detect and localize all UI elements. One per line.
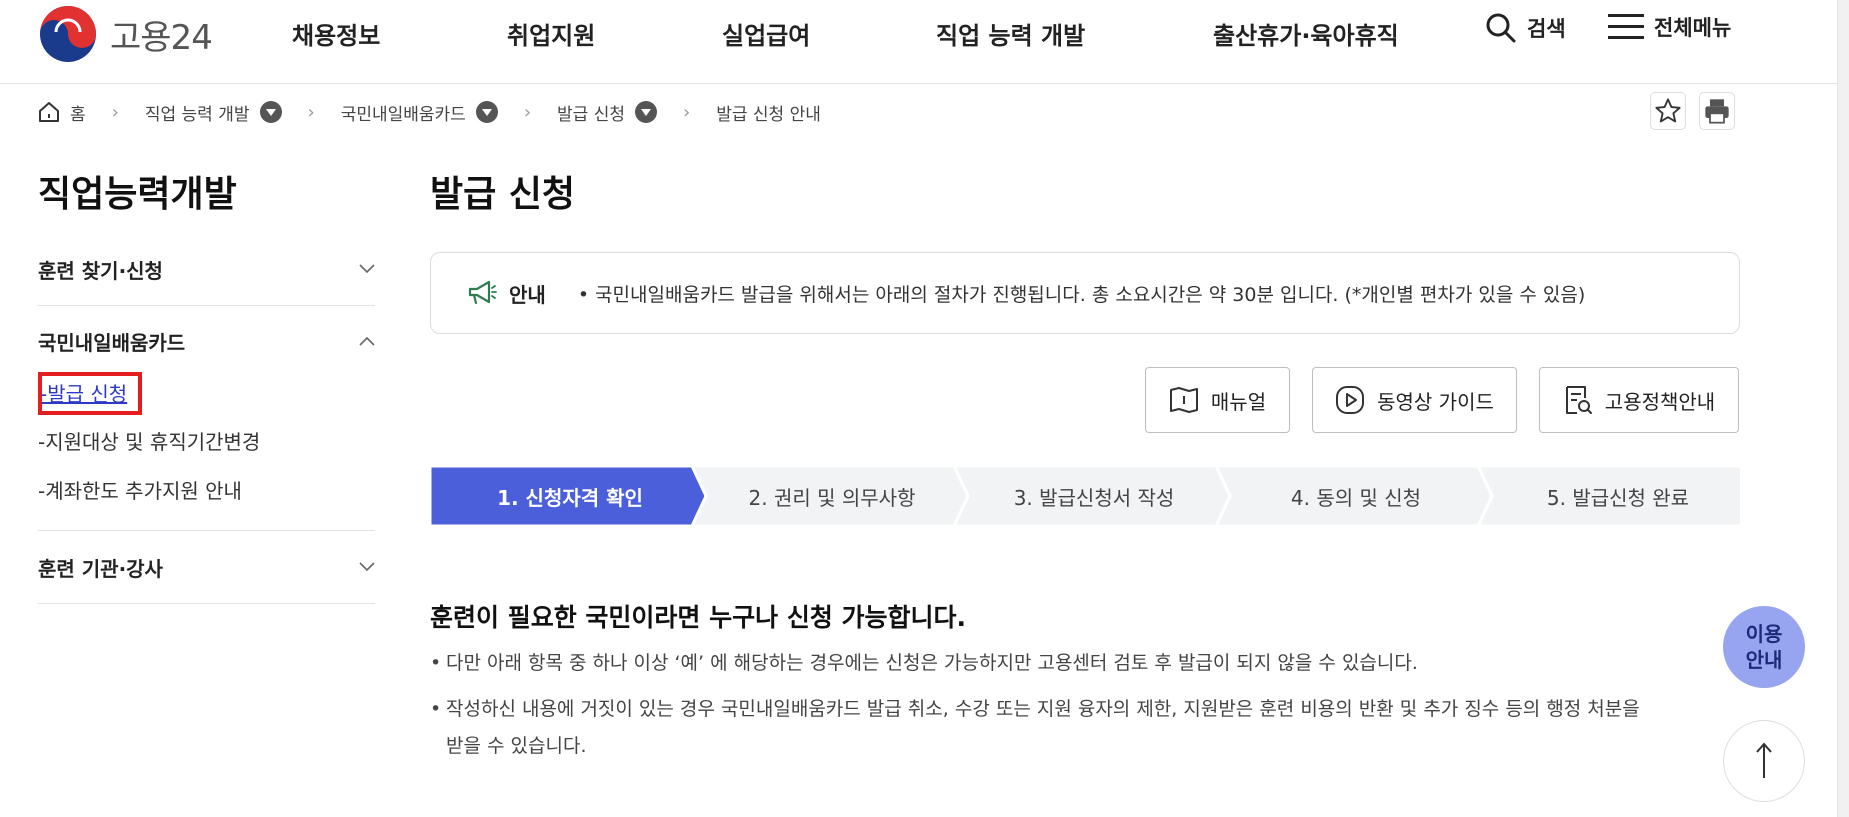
search-icon xyxy=(1486,13,1516,43)
usage-guide-label-1: 이용 xyxy=(1745,622,1783,646)
breadcrumb-item-apply[interactable]: 발급 신청 xyxy=(557,100,657,125)
step-1-current: 1. 신청자격 확인 xyxy=(497,485,643,510)
breadcrumb-label: 발급 신청 xyxy=(557,104,625,125)
chevron-up-icon xyxy=(359,336,375,346)
printer-icon xyxy=(1705,99,1729,124)
chevron-down-icon[interactable] xyxy=(475,101,498,123)
book-icon xyxy=(1169,387,1198,413)
breadcrumb: 홈 › 직업 능력 개발 › 국민내일배움카드 › 발급 신청 › 발급 신청 … xyxy=(38,98,821,126)
bullet-item-continuation: 받을 수 있습니다. xyxy=(446,735,587,757)
nav-item-unemployment-benefit[interactable]: 실업급여 xyxy=(722,16,810,51)
step-2: 2. 권리 및 의무사항 xyxy=(748,485,916,510)
step-5: 5. 발급신청 완료 xyxy=(1546,485,1690,510)
chevron-down-icon xyxy=(359,264,375,274)
home-icon xyxy=(39,102,59,122)
breadcrumb-home-label: 홈 xyxy=(70,104,86,125)
video-guide-button-label: 동영상 가이드 xyxy=(1377,389,1494,414)
logo-text: 고용24 xyxy=(110,17,213,58)
highlight-box xyxy=(38,372,142,415)
page-title: 발급 신청 xyxy=(430,174,576,215)
nav-item-jobs[interactable]: 채용정보 xyxy=(292,16,380,51)
print-button[interactable] xyxy=(1699,92,1735,130)
megaphone-icon xyxy=(468,280,497,305)
page-scrollbar[interactable] xyxy=(1837,0,1849,817)
hamburger-menu-icon xyxy=(1608,14,1644,39)
sidebar-sub-item-eligibility[interactable]: -지원대상 및 휴직기간변경 xyxy=(38,426,260,455)
nav-item-employment-support[interactable]: 취업지원 xyxy=(507,16,595,51)
favorite-button[interactable] xyxy=(1650,92,1686,130)
usage-guide-button[interactable]: 이용 안내 xyxy=(1723,606,1805,688)
chevron-down-icon[interactable] xyxy=(635,101,657,123)
employment-policy-button[interactable]: 고용정책안내 xyxy=(1539,367,1739,433)
manual-button-label: 매뉴얼 xyxy=(1210,389,1267,414)
search-button[interactable]: 검색 xyxy=(1485,12,1566,44)
all-menu-label: 전체메뉴 xyxy=(1654,16,1732,40)
star-icon xyxy=(1655,98,1681,123)
video-guide-button[interactable]: 동영상 가이드 xyxy=(1312,367,1517,433)
chevron-right-icon: › xyxy=(111,101,119,123)
breadcrumb-label: 직업 능력 개발 xyxy=(144,104,250,125)
manual-button[interactable]: 매뉴얼 xyxy=(1145,367,1290,433)
breadcrumb-item-learning-card[interactable]: 국민내일배움카드 xyxy=(341,100,498,125)
chevron-down-icon[interactable] xyxy=(259,101,282,123)
chevron-right-icon: › xyxy=(523,101,532,123)
sidebar-group-header[interactable]: 훈련 기관·강사 xyxy=(38,531,375,603)
sidebar-group-header[interactable]: 훈련 찾기·신청 xyxy=(38,233,375,305)
sidebar-group-label: 훈련 기관·강사 xyxy=(38,556,163,581)
employment-policy-button-label: 고용정책안내 xyxy=(1604,389,1716,414)
sidebar-group-label: 국민내일배움카드 xyxy=(38,330,186,355)
bullet-item: 작성하신 내용에 거짓이 있는 경우 국민내일배움카드 발급 취소, 수강 또는… xyxy=(430,691,1750,728)
notice-text: • 국민내일배움카드 발급을 위해서는 아래의 절차가 진행됩니다. 총 소요시… xyxy=(577,283,1586,306)
breadcrumb-label: 국민내일배움카드 xyxy=(340,104,466,125)
section-title: 훈련이 필요한 국민이라면 누구나 신청 가능합니다. xyxy=(430,603,967,632)
breadcrumb-item-current: 발급 신청 안내 xyxy=(716,104,821,125)
arrow-up-icon xyxy=(1756,742,1772,778)
all-menu-button[interactable]: 전체메뉴 xyxy=(1608,12,1731,42)
taegeuk-logo-icon xyxy=(40,6,96,62)
notice-label: 안내 xyxy=(509,282,546,307)
site-header: 고용24 채용정보 취업지원 실업급여 직업 능력 개발 출산휴가·육아휴직 검… xyxy=(0,0,1849,84)
chevron-down-icon xyxy=(359,562,375,572)
step-3: 3. 발급신청서 작성 xyxy=(1013,485,1175,510)
play-circle-icon xyxy=(1336,386,1365,414)
sidebar-group-training-institutions[interactable]: 훈련 기관·강사 xyxy=(38,531,375,604)
sidebar-sub-item-account-limit[interactable]: -계좌한도 추가지원 안내 xyxy=(38,475,242,504)
sidebar-title: 직업능력개발 xyxy=(38,174,237,215)
sidebar-group-header[interactable]: 국민내일배움카드 xyxy=(38,305,375,377)
notice-box: 안내 • 국민내일배움카드 발급을 위해서는 아래의 절차가 진행됩니다. 총 … xyxy=(430,252,1740,334)
breadcrumb-item-skills-development[interactable]: 직업 능력 개발 xyxy=(145,100,282,125)
nav-item-skills-development[interactable]: 직업 능력 개발 xyxy=(936,16,1085,51)
bullet-item: 다만 아래 항목 중 하나 이상 ‘예’ 에 해당하는 경우에는 신청은 가능하… xyxy=(430,645,1740,682)
search-label: 검색 xyxy=(1527,17,1566,41)
document-search-icon xyxy=(1565,386,1592,414)
usage-guide-label-2: 안내 xyxy=(1745,648,1783,672)
progress-steps: 1. 신청자격 확인 2. 권리 및 의무사항 3. 발급신청서 작성 4. 동… xyxy=(430,466,1740,526)
sidebar-group-training-search[interactable]: 훈련 찾기·신청 xyxy=(38,233,375,306)
site-logo[interactable]: 고용24 xyxy=(38,4,213,64)
nav-item-parental-leave[interactable]: 출산휴가·육아휴직 xyxy=(1213,16,1399,51)
breadcrumb-home[interactable]: 홈 xyxy=(38,100,86,125)
chevron-right-icon: › xyxy=(683,101,691,123)
scroll-top-button[interactable] xyxy=(1723,720,1805,802)
sidebar-group-label: 훈련 찾기·신청 xyxy=(38,258,163,283)
chevron-right-icon: › xyxy=(307,101,315,123)
step-4: 4. 동의 및 신청 xyxy=(1290,485,1422,510)
